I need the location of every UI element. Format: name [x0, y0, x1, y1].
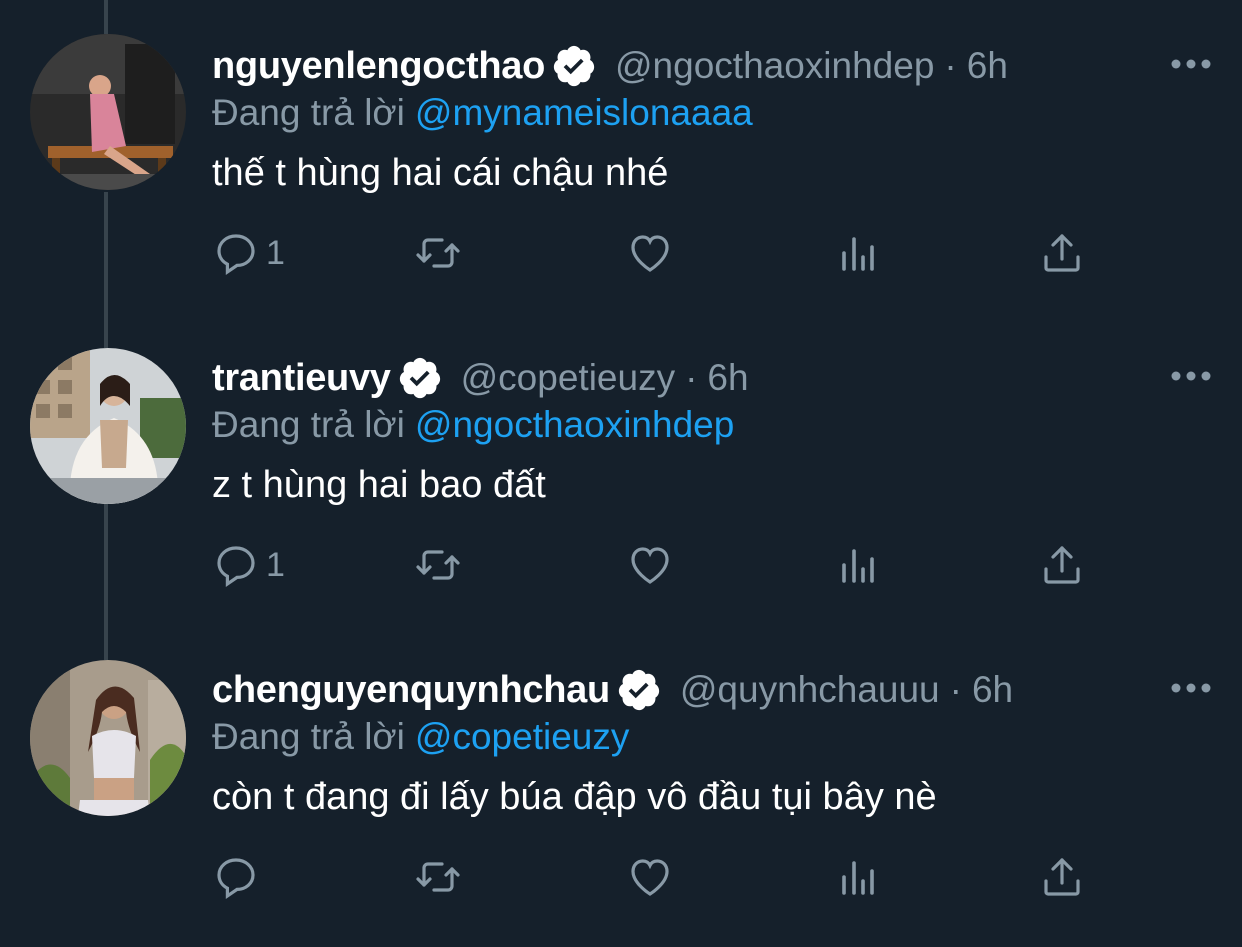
analytics-icon [842, 549, 874, 583]
retweet-icon [416, 862, 460, 892]
share-button[interactable] [1038, 540, 1086, 590]
analytics-button[interactable] [834, 852, 882, 902]
display-name[interactable]: nguyenlengocthao [212, 45, 545, 88]
display-name[interactable]: chenguyenquynhchau [212, 669, 610, 712]
analytics-button[interactable] [834, 228, 882, 278]
tweet-actions [212, 852, 1112, 902]
retweet-button[interactable] [414, 228, 462, 278]
replying-to-handle[interactable]: @mynameislonaaaa [415, 92, 753, 133]
replying-to: Đang trả lời @ngocthaoxinhdep [212, 404, 734, 446]
more-options-icon[interactable] [1170, 54, 1212, 74]
share-icon [1044, 234, 1080, 272]
separator-dot: · [944, 45, 957, 86]
reply-button[interactable] [212, 852, 266, 902]
reply-button[interactable]: 1 [212, 228, 285, 278]
reply-count: 1 [266, 545, 285, 584]
timestamp[interactable]: 6h [967, 45, 1008, 87]
share-icon [1044, 546, 1080, 584]
reply-icon [217, 858, 255, 900]
analytics-icon [842, 237, 874, 271]
analytics-icon [842, 861, 874, 895]
replying-to-label: Đang trả lời [212, 716, 405, 757]
replying-to-handle[interactable]: @copetieuzy [415, 716, 629, 757]
display-name[interactable]: trantieuvy [212, 357, 391, 400]
reply-icon [217, 546, 255, 588]
share-icon [1044, 858, 1080, 896]
tweet-text: thế t hùng hai cái chậu nhé [212, 152, 669, 194]
reply-count: 1 [266, 233, 285, 272]
heart-icon [631, 547, 669, 584]
tweet[interactable]: nguyenlengocthao @ngocthaoxinhdep · 6h Đ… [0, 34, 1242, 310]
timestamp[interactable]: 6h [972, 669, 1013, 711]
avatar[interactable] [30, 34, 186, 190]
replying-to-label: Đang trả lời [212, 404, 405, 445]
handle[interactable]: @quynhchauuu [680, 669, 940, 711]
retweet-button[interactable] [414, 540, 462, 590]
tweet-text: còn t đang đi lấy búa đập vô đầu tụi bây… [212, 776, 937, 818]
handle[interactable]: @ngocthaoxinhdep [615, 45, 934, 87]
analytics-button[interactable] [834, 540, 882, 590]
retweet-button[interactable] [414, 852, 462, 902]
separator-dot: · [685, 357, 698, 398]
verified-badge-icon [616, 667, 662, 713]
like-button[interactable] [626, 540, 674, 590]
tweet-header: trantieuvy @copetieuzy · 6h [212, 352, 749, 404]
share-button[interactable] [1038, 852, 1086, 902]
like-button[interactable] [626, 852, 674, 902]
like-button[interactable] [626, 228, 674, 278]
replying-to: Đang trả lời @copetieuzy [212, 716, 629, 758]
tweet-header: chenguyenquynhchau @quynhchauuu · 6h [212, 664, 1013, 716]
heart-icon [631, 235, 669, 272]
avatar[interactable] [30, 348, 186, 504]
verified-badge-icon [551, 43, 597, 89]
tweet-text: z t hùng hai bao đất [212, 464, 546, 506]
tweet-actions: 1 [212, 228, 1112, 278]
replying-to-label: Đang trả lời [212, 92, 405, 133]
heart-icon [631, 859, 669, 896]
tweet-actions: 1 [212, 540, 1112, 590]
reply-icon [217, 234, 255, 276]
tweet[interactable]: trantieuvy @copetieuzy · 6h Đang trả lời… [0, 348, 1242, 622]
verified-badge-icon [397, 355, 443, 401]
handle[interactable]: @copetieuzy [461, 357, 675, 399]
more-options-icon[interactable] [1170, 678, 1212, 698]
retweet-icon [416, 238, 460, 268]
thread-connector-line [104, 0, 108, 34]
share-button[interactable] [1038, 228, 1086, 278]
replying-to-handle[interactable]: @ngocthaoxinhdep [415, 404, 734, 445]
separator-dot: · [949, 669, 962, 710]
timestamp[interactable]: 6h [707, 357, 748, 399]
tweet-header: nguyenlengocthao @ngocthaoxinhdep · 6h [212, 40, 1008, 92]
tweet[interactable]: chenguyenquynhchau @quynhchauuu · 6h Đan… [0, 660, 1242, 934]
more-options-icon[interactable] [1170, 366, 1212, 386]
retweet-icon [416, 550, 460, 580]
avatar[interactable] [30, 660, 186, 816]
replying-to: Đang trả lời @mynameislonaaaa [212, 92, 753, 134]
reply-button[interactable]: 1 [212, 540, 285, 590]
